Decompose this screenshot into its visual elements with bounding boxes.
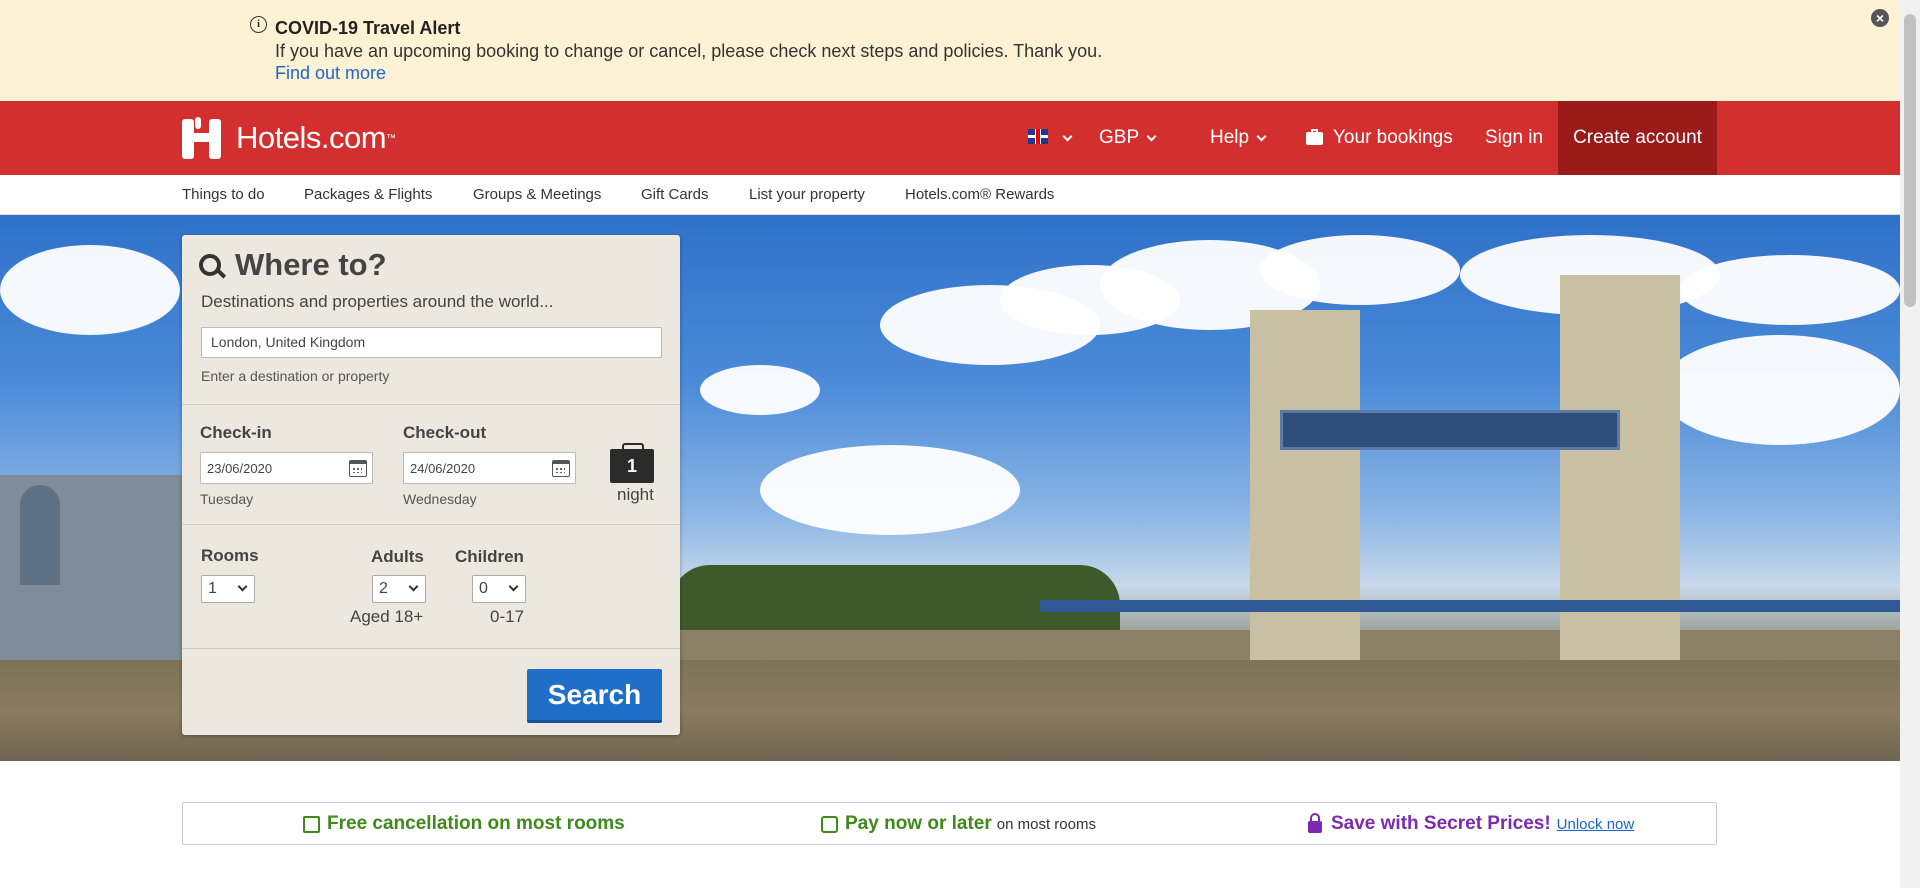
divider [182, 648, 680, 649]
currency-dropdown[interactable]: GBP [1099, 101, 1157, 175]
covid-alert-banner: i COVID-19 Travel Alert If you have an u… [0, 0, 1900, 101]
hotels-logo-icon [182, 117, 222, 159]
help-dropdown[interactable]: Help [1210, 101, 1267, 175]
checkout-day: Wednesday [403, 491, 477, 507]
chevron-down-icon [237, 581, 248, 592]
logo-trademark: ™ [386, 132, 397, 144]
children-age: 0-17 [490, 607, 525, 626]
lock-icon [1308, 812, 1322, 833]
rooms-select[interactable]: 1 [201, 575, 255, 603]
children-select[interactable]: 0 [472, 575, 526, 603]
secret-prices-benefit: Save with Secret Prices! Unlock now [1308, 812, 1635, 835]
chevron-down-icon [508, 581, 519, 592]
scrollbar[interactable] [1900, 0, 1920, 888]
alert-message: If you have an upcoming booking to chang… [275, 41, 1103, 61]
chevron-down-icon [1146, 131, 1157, 141]
search-subtitle: Destinations and properties around the w… [201, 292, 554, 311]
pay-later-suffix: on most rooms [996, 815, 1096, 833]
search-button[interactable]: Search [527, 669, 662, 723]
alert-title: COVID-19 Travel Alert [275, 18, 461, 38]
chevron-down-icon [1062, 131, 1073, 141]
checkin-day: Tuesday [200, 491, 254, 507]
nights-label: night [617, 485, 654, 504]
wallet-icon [821, 815, 838, 833]
chevron-down-icon [408, 581, 419, 592]
info-icon: i [250, 16, 267, 33]
checkin-label: Check-in [200, 423, 272, 442]
create-account-button[interactable]: Create account [1558, 101, 1717, 175]
uk-flag-icon[interactable] [1028, 129, 1048, 144]
sign-in-link[interactable]: Sign in [1485, 101, 1543, 175]
checkout-date-value: 24/06/2020 [410, 461, 476, 476]
checkout-label: Check-out [403, 423, 487, 442]
nav-groups-meetings[interactable]: Groups & Meetings [473, 186, 601, 203]
nav-list-your-property[interactable]: List your property [749, 186, 865, 203]
children-value: 0 [479, 580, 488, 597]
adults-age: Aged 18+ [350, 607, 424, 626]
benefits-bar: Free cancellation on most rooms Pay now … [182, 802, 1717, 845]
calendar-icon[interactable] [552, 460, 570, 477]
chevron-down-icon [1256, 131, 1267, 141]
nav-packages-flights[interactable]: Packages & Flights [304, 186, 432, 203]
divider [182, 524, 680, 525]
calendar-x-icon [303, 815, 320, 833]
destination-hint: Enter a destination or property [201, 368, 390, 384]
adults-label: Adults [371, 547, 424, 566]
rooms-value: 1 [208, 580, 217, 597]
secret-prices-text: Save with Secret Prices! [1331, 813, 1551, 834]
find-out-more-link[interactable]: Find out more [275, 63, 386, 84]
destination-input[interactable]: London, United Kingdom [201, 327, 662, 358]
children-label: Children [455, 547, 524, 566]
free-cancellation-benefit: Free cancellation on most rooms [303, 813, 625, 835]
search-icon [199, 254, 221, 276]
adults-select[interactable]: 2 [372, 575, 426, 603]
calendar-icon[interactable] [349, 460, 367, 477]
free-cancellation-text: Free cancellation on most rooms [327, 813, 625, 834]
nav-things-to-do[interactable]: Things to do [182, 186, 265, 203]
pay-later-benefit: Pay now or later on most rooms [821, 813, 1096, 835]
checkin-date-value: 23/06/2020 [207, 461, 273, 476]
language-dropdown[interactable] [1055, 101, 1073, 175]
hotels-logo[interactable]: Hotels.com ™ [182, 117, 396, 159]
checkout-date-input[interactable]: 24/06/2020 [403, 452, 576, 484]
your-bookings-label: Your bookings [1333, 127, 1453, 148]
logo-text: Hotels.com [236, 120, 387, 155]
unlock-now-link[interactable]: Unlock now [1557, 816, 1635, 833]
nav-rewards[interactable]: Hotels.com® Rewards [905, 186, 1054, 203]
nights-count: 1 [610, 443, 654, 483]
currency-label: GBP [1099, 127, 1140, 148]
nav-gift-cards[interactable]: Gift Cards [641, 186, 709, 203]
close-icon[interactable]: × [1871, 9, 1889, 27]
secondary-nav: Things to do Packages & Flights Groups &… [0, 175, 1900, 215]
help-label: Help [1210, 127, 1250, 148]
site-header: Hotels.com ™ GBP Help Your bookings Sign … [0, 101, 1900, 175]
pay-later-text: Pay now or later [845, 813, 992, 834]
search-panel: Where to? Destinations and properties ar… [182, 235, 680, 735]
divider [182, 404, 680, 405]
search-title: Where to? [235, 247, 387, 282]
scrollbar-thumb[interactable] [1904, 14, 1916, 307]
rooms-label: Rooms [201, 546, 259, 565]
your-bookings-link[interactable]: Your bookings [1306, 101, 1453, 175]
adults-value: 2 [379, 580, 388, 597]
sign-in-label: Sign in [1485, 127, 1544, 148]
suitcase-icon [1306, 128, 1323, 145]
checkin-date-input[interactable]: 23/06/2020 [200, 452, 373, 484]
